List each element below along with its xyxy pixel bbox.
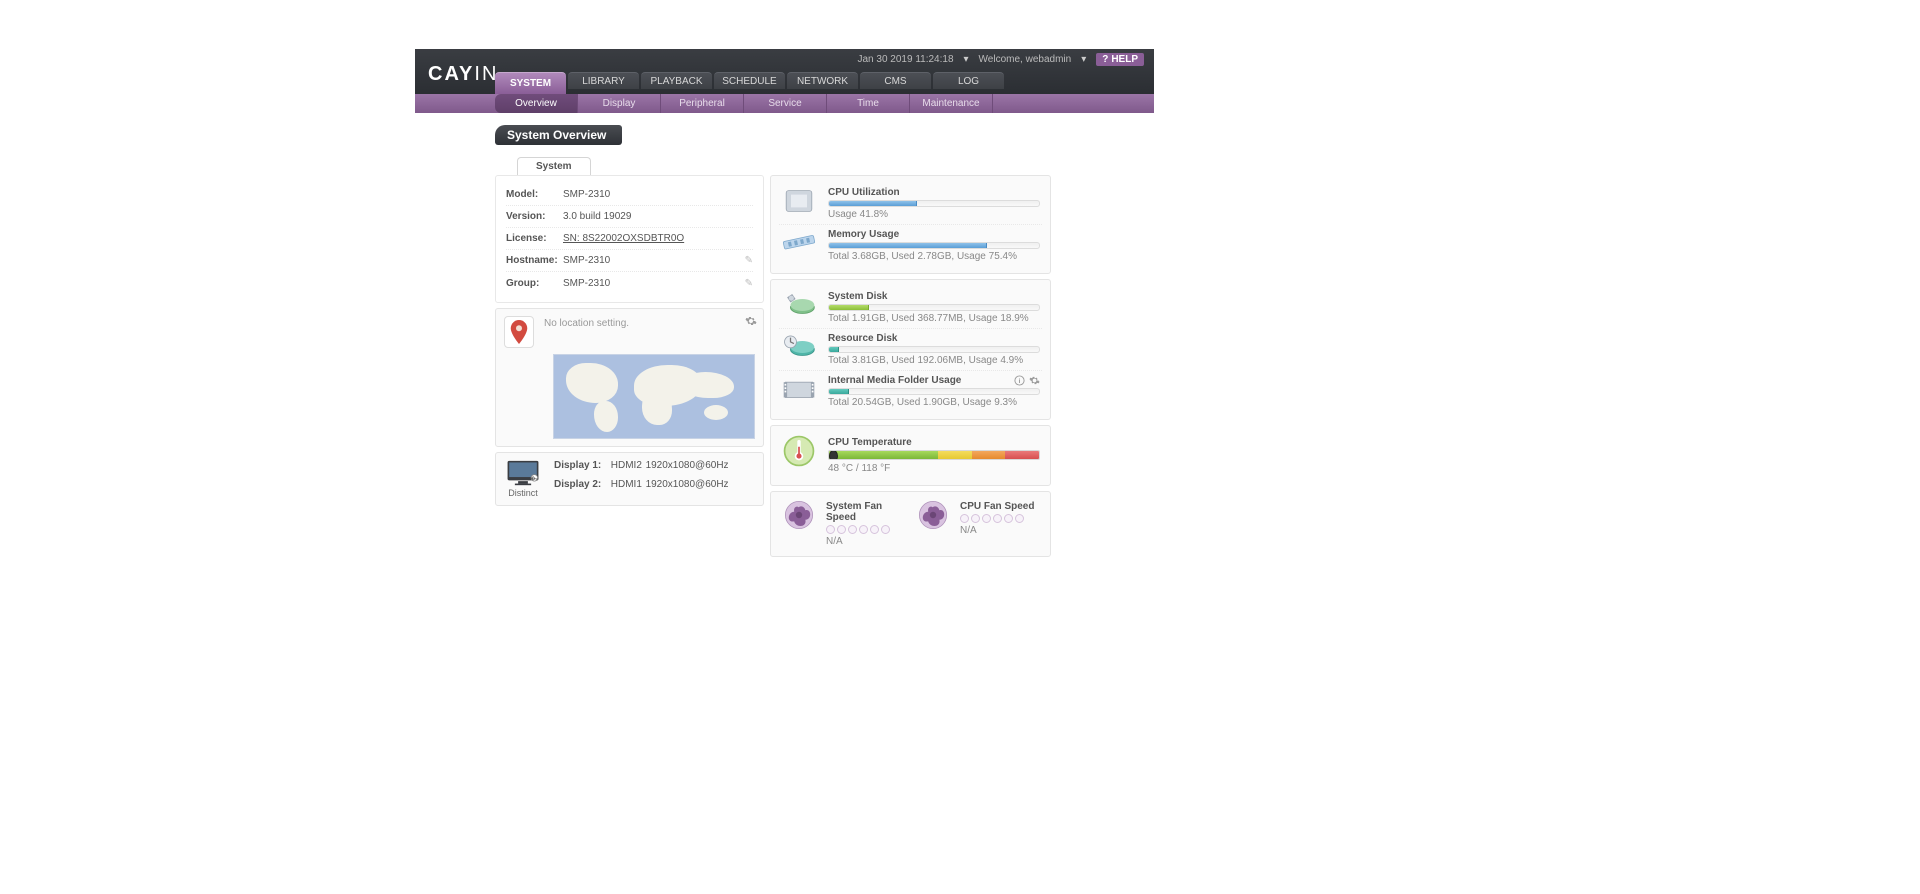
temp-marker xyxy=(829,450,838,460)
hostname-label: Hostname: xyxy=(506,255,563,266)
sysfan-title: System Fan Speed xyxy=(826,501,906,523)
cpufan-sub: N/A xyxy=(960,525,1040,536)
subnav-overview[interactable]: Overview xyxy=(495,94,578,113)
world-map xyxy=(553,354,755,439)
display2-label: Display 2: xyxy=(554,479,608,490)
datetime: Jan 30 2019 11:24:18 xyxy=(858,54,954,65)
memory-title: Memory Usage xyxy=(828,229,1040,240)
welcome-text: Welcome, webadmin xyxy=(979,54,1072,65)
svg-text:i: i xyxy=(1019,378,1021,385)
location-panel: No location setting. xyxy=(495,308,764,447)
media-sub: Total 20.54GB, Used 1.90GB, Usage 9.3% xyxy=(828,397,1040,408)
temp-title: CPU Temperature xyxy=(828,437,1040,448)
sysfan-dots xyxy=(826,525,906,534)
group-value: SMP-2310 xyxy=(563,278,610,289)
resource-disk-sub: Total 3.81GB, Used 192.06MB, Usage 4.9% xyxy=(828,355,1040,366)
subtab-system[interactable]: System xyxy=(517,157,591,175)
display-mode-label: Distinct xyxy=(508,488,538,498)
dropdown-icon[interactable]: ▾ xyxy=(964,54,969,65)
cpu-mem-panel: CPU Utilization Usage 41.8% Memory Usage xyxy=(770,175,1051,274)
system-disk-icon xyxy=(781,291,817,319)
temp-bar xyxy=(828,450,1040,460)
group-label: Group: xyxy=(506,278,563,289)
help-icon: ? xyxy=(1102,54,1108,65)
cpu-sub: Usage 41.8% xyxy=(828,209,1040,220)
edit-icon[interactable]: ✎ xyxy=(745,255,753,266)
display2-port: HDMI1 xyxy=(611,479,643,490)
display1-res: 1920x1080@60Hz xyxy=(646,460,729,471)
help-label: HELP xyxy=(1111,54,1138,65)
version-label: Version: xyxy=(506,211,563,222)
model-label: Model: xyxy=(506,189,563,200)
location-none-text: No location setting. xyxy=(544,318,629,329)
memory-sub: Total 3.68GB, Used 2.78GB, Usage 75.4% xyxy=(828,251,1040,262)
display1-label: Display 1: xyxy=(554,460,608,471)
version-value: 3.0 build 19029 xyxy=(563,211,631,222)
system-fan-icon xyxy=(781,501,817,529)
media-bar xyxy=(828,388,1040,395)
edit-icon[interactable]: ✎ xyxy=(745,278,753,289)
gear-icon[interactable] xyxy=(745,315,757,327)
subnav-service[interactable]: Service xyxy=(744,94,827,113)
display-panel: �в Distinct Display 1: HDMI2 1920x1080@6… xyxy=(495,452,764,506)
gear-icon[interactable] xyxy=(1029,375,1040,386)
resource-disk-icon xyxy=(781,333,817,361)
tab-schedule[interactable]: SCHEDULE xyxy=(714,72,785,89)
subnav-display[interactable]: Display xyxy=(578,94,661,113)
model-value: SMP-2310 xyxy=(563,189,610,200)
cpufan-title: CPU Fan Speed xyxy=(960,501,1040,512)
memory-bar xyxy=(828,242,1040,249)
tab-log[interactable]: LOG xyxy=(933,72,1004,89)
cpu-fan-icon xyxy=(915,501,951,529)
tab-system[interactable]: SYSTEM xyxy=(495,72,566,94)
temperature-icon xyxy=(781,437,817,465)
info-icon[interactable]: i xyxy=(1014,375,1025,386)
location-pin-icon xyxy=(504,316,534,348)
help-button[interactable]: ? HELP xyxy=(1096,53,1144,66)
system-disk-bar xyxy=(828,304,1040,311)
temperature-panel: CPU Temperature 48 °C / 118 °F xyxy=(770,425,1051,486)
hostname-value: SMP-2310 xyxy=(563,255,610,266)
tab-library[interactable]: LIBRARY xyxy=(568,72,639,89)
disk-panel: System Disk Total 1.91GB, Used 368.77MB,… xyxy=(770,279,1051,420)
subnav-maintenance[interactable]: Maintenance xyxy=(910,94,993,113)
cpufan-dots xyxy=(960,514,1040,523)
resource-disk-title: Resource Disk xyxy=(828,333,1040,344)
cpu-bar xyxy=(828,200,1040,207)
page-title: System Overview xyxy=(495,125,622,145)
media-folder-icon xyxy=(781,375,817,403)
monitor-icon: �в xyxy=(506,460,540,486)
fan-panel: System Fan Speed N/A CPU Fan Speed xyxy=(770,491,1051,557)
memory-icon xyxy=(781,229,817,257)
tab-playback[interactable]: PLAYBACK xyxy=(641,72,712,89)
sysfan-sub: N/A xyxy=(826,536,906,547)
system-disk-sub: Total 1.91GB, Used 368.77MB, Usage 18.9% xyxy=(828,313,1040,324)
brand-logo: CAYIN xyxy=(428,63,498,86)
sub-nav: Overview Display Peripheral Service Time… xyxy=(415,94,1154,113)
system-info-panel: Model: SMP-2310 Version: 3.0 build 19029… xyxy=(495,175,764,303)
system-disk-title: System Disk xyxy=(828,291,1040,302)
cpu-title: CPU Utilization xyxy=(828,187,1040,198)
dropdown-icon[interactable]: ▾ xyxy=(1081,54,1086,65)
resource-disk-bar xyxy=(828,346,1040,353)
media-title: Internal Media Folder Usage xyxy=(828,375,961,386)
display1-port: HDMI2 xyxy=(611,460,643,471)
tab-cms[interactable]: CMS xyxy=(860,72,931,89)
subnav-time[interactable]: Time xyxy=(827,94,910,113)
cpu-icon xyxy=(781,187,817,215)
tab-network[interactable]: NETWORK xyxy=(787,72,858,89)
license-link[interactable]: SN: 8S22002OXSDBTR0O xyxy=(563,233,684,244)
license-label: License: xyxy=(506,233,563,244)
display2-res: 1920x1080@60Hz xyxy=(646,479,729,490)
temp-sub: 48 °C / 118 °F xyxy=(828,463,1040,474)
topbar: CAYIN Jan 30 2019 11:24:18 ▾ Welcome, we… xyxy=(415,49,1154,94)
subnav-peripheral[interactable]: Peripheral xyxy=(661,94,744,113)
